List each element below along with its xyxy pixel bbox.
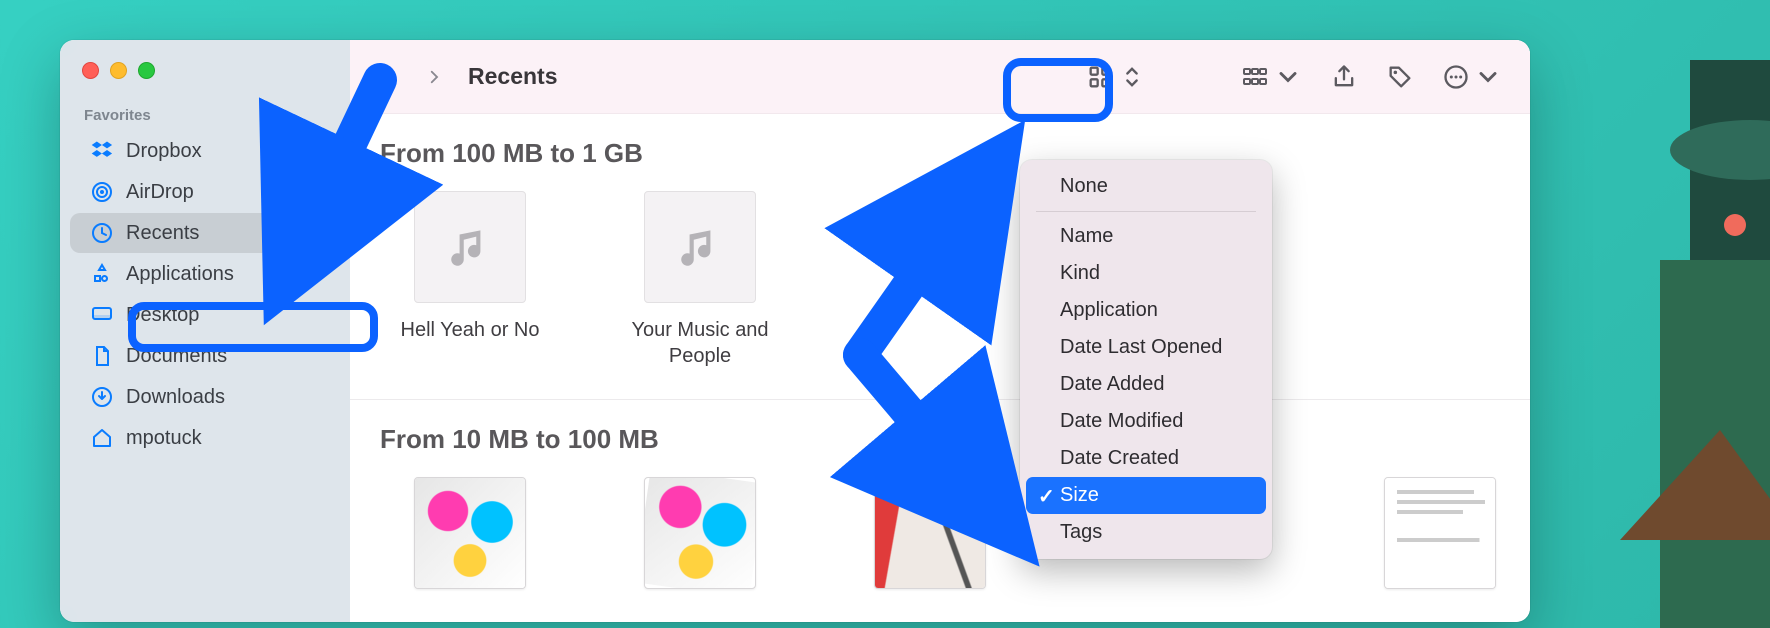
file-name: Your Music and People [610,317,790,369]
sidebar: Favorites Dropbox AirDrop Recents Applic… [60,40,350,622]
audio-thumbnail [414,191,526,303]
sidebar-item-label: mpotuck [126,427,202,450]
tag-icon [1386,63,1414,91]
sidebar-item-label: Downloads [126,386,225,409]
desktop-icon [90,303,114,327]
close-window-button[interactable] [82,62,99,79]
file-item[interactable] [1350,477,1530,589]
group-title: From 10 MB to 100 MB [380,424,659,455]
menu-item-tags[interactable]: Tags [1026,514,1266,551]
image-thumbnail [644,477,756,589]
file-item[interactable] [840,477,1020,589]
chevron-right-icon [425,68,443,86]
file-name: Hell Yeah or No [401,317,540,343]
forward-button[interactable] [414,57,454,97]
sidebar-item-label: Dropbox [126,140,202,163]
menu-item-none[interactable]: None [1026,168,1266,205]
content-area[interactable]: From 100 MB to 1 GB Hell Yeah or No Your… [350,114,1530,622]
view-mode-button[interactable] [1076,55,1156,99]
group-icon [1242,63,1270,91]
up-down-chevrons-icon [1118,63,1146,91]
music-note-icon [675,222,725,272]
sidebar-item-airdrop[interactable]: AirDrop [70,172,340,212]
ellipsis-circle-icon [1442,63,1470,91]
file-item[interactable] [380,477,560,589]
group-title: From 100 MB to 1 GB [380,138,643,169]
sidebar-item-label: AirDrop [126,181,194,204]
back-button[interactable] [366,57,406,97]
sidebar-item-desktop[interactable]: Desktop [70,295,340,335]
document-icon [90,344,114,368]
clock-icon [90,221,114,245]
share-icon [1330,63,1358,91]
sidebar-item-label: Applications [126,263,234,286]
image-thumbnail [414,477,526,589]
sidebar-item-recents[interactable]: Recents [70,213,340,253]
menu-item-application[interactable]: Application [1026,292,1266,329]
sidebar-item-label: Recents [126,222,199,245]
sidebar-section-label: Favorites [60,107,350,130]
action-menu-button[interactable] [1432,55,1512,99]
apps-icon [90,262,114,286]
image-thumbnail [874,477,986,589]
wallpaper-illustration [1540,0,1770,628]
window-controls [60,58,350,107]
music-note-icon [445,222,495,272]
sidebar-item-documents[interactable]: Documents [70,336,340,376]
menu-item-date-modified[interactable]: Date Modified [1026,403,1266,440]
menu-separator [1036,211,1256,212]
grid-icon [1086,63,1114,91]
zoom-window-button[interactable] [138,62,155,79]
download-icon [90,385,114,409]
group-items-row [350,467,1530,619]
toolbar: Recents [350,40,1530,114]
menu-item-name[interactable]: Name [1026,218,1266,255]
minimize-window-button[interactable] [110,62,127,79]
chevron-down-icon [1474,63,1502,91]
chevron-down-icon [1274,63,1302,91]
home-icon [90,426,114,450]
menu-item-size[interactable]: Size [1026,477,1266,514]
sidebar-item-downloads[interactable]: Downloads [70,377,340,417]
sidebar-item-applications[interactable]: Applications [70,254,340,294]
location-title: Recents [468,63,557,90]
group-by-menu: None Name Kind Application Date Last Ope… [1020,160,1272,559]
dropbox-icon [90,139,114,163]
sidebar-item-dropbox[interactable]: Dropbox [70,131,340,171]
menu-item-date-last-opened[interactable]: Date Last Opened [1026,329,1266,366]
menu-item-date-added[interactable]: Date Added [1026,366,1266,403]
file-item[interactable]: Your Music and People [610,191,790,369]
share-button[interactable] [1320,55,1368,99]
chevron-left-icon [377,68,395,86]
group-by-button[interactable] [1232,55,1312,99]
tags-button[interactable] [1376,55,1424,99]
menu-item-kind[interactable]: Kind [1026,255,1266,292]
file-item[interactable]: Hell Yeah or No [380,191,560,369]
audio-thumbnail [644,191,756,303]
file-item[interactable] [610,477,790,589]
group-header: From 100 MB to 1 GB [350,114,1530,181]
menu-item-date-created[interactable]: Date Created [1026,440,1266,477]
sidebar-item-label: Desktop [126,304,199,327]
airdrop-icon [90,180,114,204]
group-header: From 10 MB to 100 MB Show All (22) [350,400,1530,467]
main-pane: Recents [350,40,1530,622]
group-items-row: Hell Yeah or No Your Music and People [350,181,1530,400]
document-thumbnail [1384,477,1496,589]
sidebar-item-label: Documents [126,345,227,368]
finder-window: Favorites Dropbox AirDrop Recents Applic… [60,40,1530,622]
sidebar-item-home[interactable]: mpotuck [70,418,340,458]
